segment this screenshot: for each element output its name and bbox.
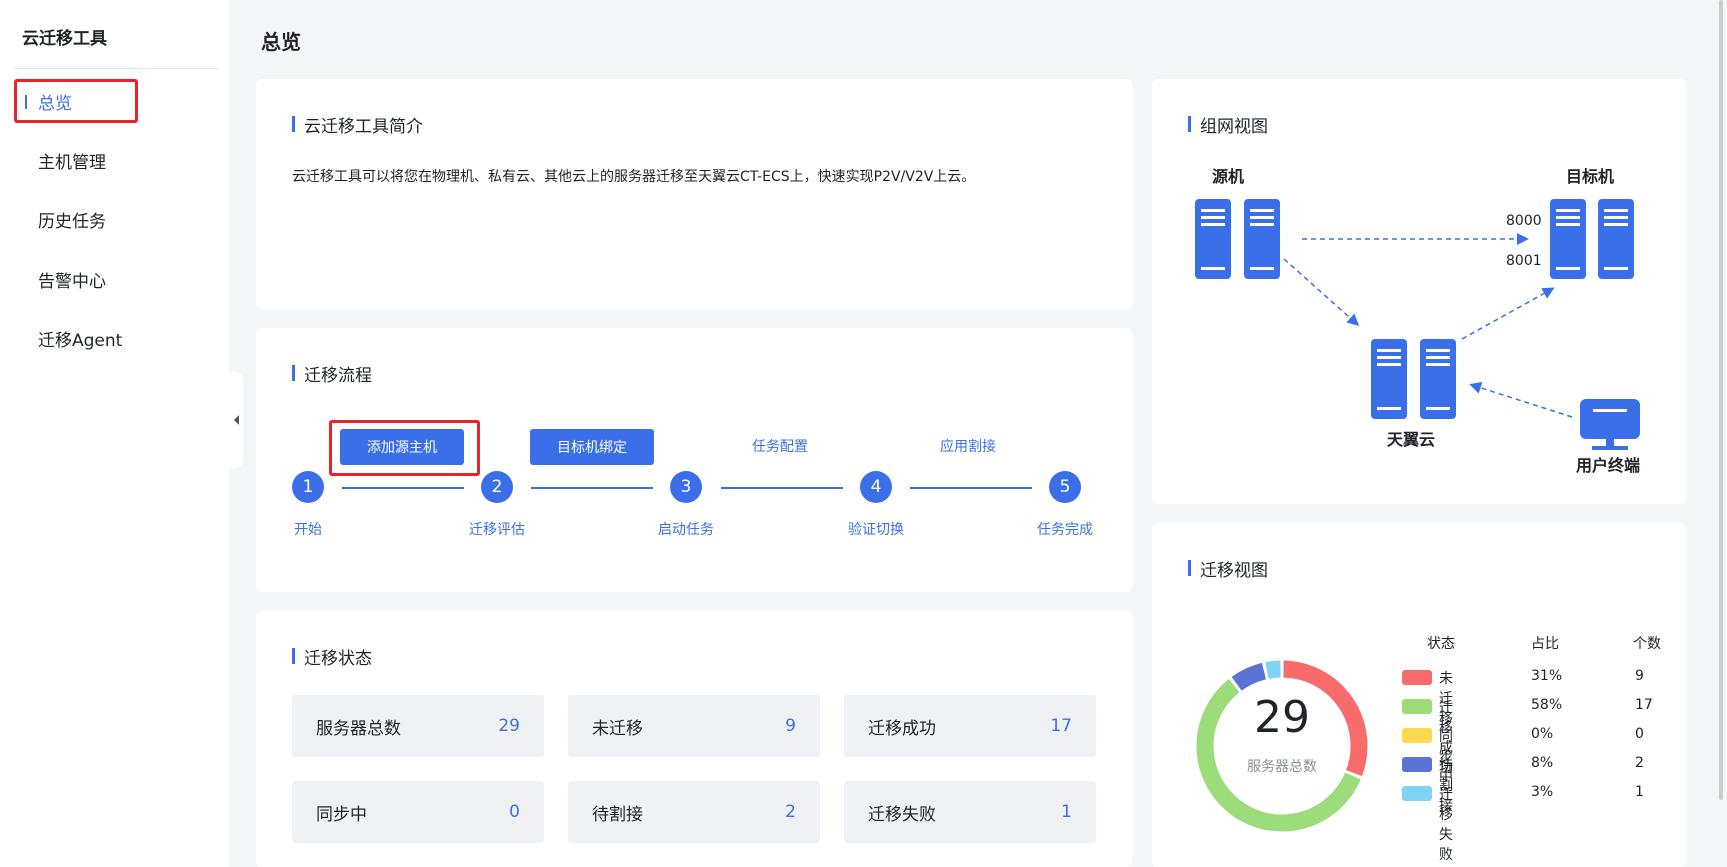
legend-count: 17	[1635, 697, 1653, 713]
legend-count: 2	[1635, 755, 1644, 771]
cloud-label: 天翼云	[1387, 430, 1435, 449]
target-label: 目标机	[1566, 167, 1614, 186]
app-cutover-link[interactable]: 应用割接	[940, 436, 996, 456]
sidebar-divider	[14, 68, 219, 69]
stat-total-servers: 服务器总数 29	[292, 695, 544, 757]
step-1-label: 开始	[294, 522, 322, 538]
network-diagram: 源机 目标机 8000 8001 天翼云 用户终端	[1195, 167, 1640, 475]
legend-percent: 58%	[1531, 697, 1563, 713]
stat-pending-cutover: 待割接 2	[568, 781, 820, 843]
step-2-circle: 2	[481, 471, 513, 503]
legend-percent: 3%	[1531, 784, 1554, 800]
step-5-label: 任务完成	[1037, 522, 1093, 538]
arrow-source-cloud	[1283, 258, 1360, 326]
page-scrollbar[interactable]	[1719, 0, 1723, 800]
legend-swatch	[1402, 670, 1432, 685]
donut-center-label: 服务器总数	[1247, 759, 1317, 775]
legend-count: 1	[1635, 784, 1644, 800]
legend-swatch	[1402, 757, 1432, 772]
legend-name: 迁移失败	[1439, 787, 1453, 863]
stat-value: 29	[498, 716, 520, 736]
stat-value: 1	[1061, 802, 1072, 822]
add-source-host-button[interactable]: 添加源主机	[340, 429, 464, 465]
sidebar-item-history-tasks[interactable]: 历史任务	[14, 197, 138, 241]
migration-donut-chart	[1196, 660, 1368, 832]
source-label: 源机	[1212, 167, 1244, 186]
sidebar-item-migration-agent[interactable]: 迁移Agent	[14, 316, 138, 360]
legend-count: 9	[1635, 668, 1644, 684]
target-server-icon	[1550, 199, 1634, 279]
status-title: 迁移状态	[292, 644, 372, 669]
step-1-circle: 1	[292, 471, 324, 503]
stat-label: 迁移成功	[868, 718, 936, 739]
donut-slice	[1231, 662, 1267, 691]
step-4-label: 验证切换	[848, 522, 904, 538]
sidebar-item-alert-center[interactable]: 告警中心	[14, 257, 138, 301]
arrow-cloud-target	[1461, 287, 1555, 340]
legend-swatch	[1402, 699, 1432, 714]
stat-syncing: 同步中 0	[292, 781, 544, 843]
flow-title: 迁移流程	[292, 361, 372, 386]
step-connector	[531, 487, 653, 489]
app-title: 云迁移工具	[22, 29, 107, 49]
sidebar-item-overview[interactable]: 总览	[14, 79, 138, 123]
port-8000-label: 8000	[1506, 213, 1542, 229]
step-5-circle: 5	[1049, 471, 1081, 503]
step-3-circle: 3	[670, 471, 702, 503]
cloud-server-icon	[1371, 339, 1456, 419]
step-connector	[342, 487, 464, 489]
legend-header-ratio: 占比	[1531, 636, 1559, 652]
step-connector	[721, 487, 843, 489]
legend-swatch	[1402, 728, 1432, 743]
legend-percent: 31%	[1531, 668, 1563, 684]
legend-header-status: 状态	[1427, 636, 1455, 652]
stat-label: 同步中	[316, 804, 367, 825]
stat-migrated-success: 迁移成功 17	[844, 695, 1096, 757]
stat-value: 0	[509, 802, 520, 822]
donut-slice	[1265, 660, 1281, 679]
stat-label: 待割接	[592, 804, 643, 825]
stat-value: 17	[1050, 716, 1072, 736]
step-4-circle: 4	[860, 471, 892, 503]
stat-not-migrated: 未迁移 9	[568, 695, 820, 757]
legend-header-count: 个数	[1633, 636, 1661, 652]
legend-swatch	[1402, 786, 1432, 801]
arrow-user-cloud	[1469, 382, 1573, 418]
intro-text: 云迁移工具可以将您在物理机、私有云、其他云上的服务器迁移至天翼云CT-ECS上，…	[292, 169, 976, 185]
stat-label: 未迁移	[592, 718, 643, 739]
legend-count: 0	[1635, 726, 1644, 742]
source-server-icon	[1195, 199, 1280, 279]
stat-label: 服务器总数	[316, 718, 401, 739]
sidebar-collapse-toggle[interactable]	[229, 372, 243, 468]
migration-view-title: 迁移视图	[1188, 556, 1268, 581]
sidebar-item-host-management[interactable]: 主机管理	[14, 138, 138, 182]
bind-target-button[interactable]: 目标机绑定	[530, 429, 654, 465]
legend-percent: 0%	[1531, 726, 1554, 742]
user-terminal-label: 用户终端	[1576, 456, 1640, 475]
sidebar: 云迁移工具 总览 主机管理 历史任务 告警中心 迁移Agent	[0, 0, 229, 867]
task-config-link[interactable]: 任务配置	[752, 436, 808, 456]
step-3-label: 启动任务	[658, 522, 714, 538]
donut-center-value: 29	[1254, 692, 1310, 743]
page-title: 总览	[261, 30, 301, 54]
stat-value: 9	[785, 716, 796, 736]
step-connector	[910, 487, 1032, 489]
port-8001-label: 8001	[1506, 253, 1542, 269]
intro-title: 云迁移工具简介	[292, 112, 423, 137]
stat-value: 2	[785, 802, 796, 822]
user-terminal-icon	[1580, 399, 1640, 450]
step-2-label: 迁移评估	[469, 522, 525, 538]
legend-percent: 8%	[1531, 755, 1554, 771]
stat-label: 迁移失败	[868, 804, 936, 825]
stat-migration-failed: 迁移失败 1	[844, 781, 1096, 843]
